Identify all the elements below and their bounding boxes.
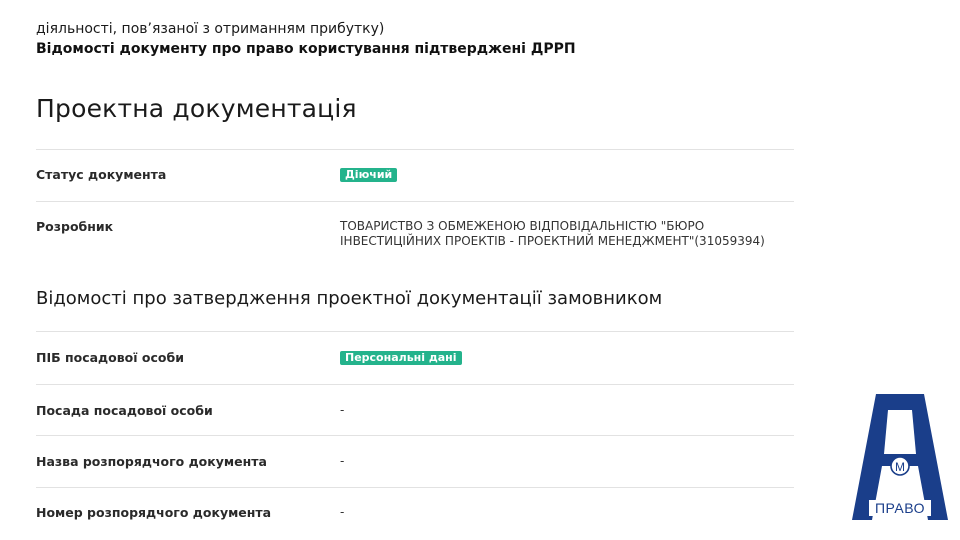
previous-text-line: діяльності, пов’язаної з отриманням приб… — [36, 21, 385, 37]
section-title-approval: Відомості про затвердження проектної док… — [36, 288, 663, 309]
row-divider — [36, 384, 794, 385]
label-official-name: ПІБ посадової особи — [36, 350, 184, 365]
developer-name-line2: ІНВЕСТИЦІЙНИХ ПРОЕКТІВ - ПРОЕКТНИЙ МЕНЕД… — [340, 234, 765, 248]
label-order-doc-name: Назва розпорядчого документа — [36, 454, 267, 469]
value-document-status: Діючий — [340, 167, 780, 182]
label-official-position: Посада посадової особи — [36, 403, 213, 418]
logo-letter: М — [895, 460, 905, 474]
document-page: діяльності, пов’язаної з отриманням приб… — [0, 0, 960, 540]
logo-text: ПРАВО — [869, 500, 931, 516]
label-developer: Розробник — [36, 219, 114, 234]
value-official-position: - — [340, 403, 345, 417]
value-order-doc-number: - — [340, 505, 345, 519]
value-developer: ТОВАРИСТВО З ОБМЕЖЕНОЮ ВІДПОВІДАЛЬНІСТЮ … — [340, 219, 780, 249]
value-order-doc-name: - — [340, 454, 345, 468]
row-divider — [36, 331, 794, 332]
value-official-name: Персональні дані — [340, 350, 780, 365]
personal-data-badge: Персональні дані — [340, 351, 462, 365]
section-title-project-docs: Проектна документація — [36, 94, 357, 123]
status-badge: Діючий — [340, 168, 398, 182]
row-divider — [36, 487, 794, 488]
row-divider — [36, 201, 794, 202]
row-divider — [36, 435, 794, 436]
developer-name-line1: ТОВАРИСТВО З ОБМЕЖЕНОЮ ВІДПОВІДАЛЬНІСТЮ … — [340, 219, 705, 233]
label-document-status: Статус документа — [36, 167, 167, 182]
drrp-rights-note: Відомості документу про право користуван… — [36, 41, 576, 57]
row-divider — [36, 149, 794, 150]
label-order-doc-number: Номер розпорядчого документа — [36, 505, 272, 520]
